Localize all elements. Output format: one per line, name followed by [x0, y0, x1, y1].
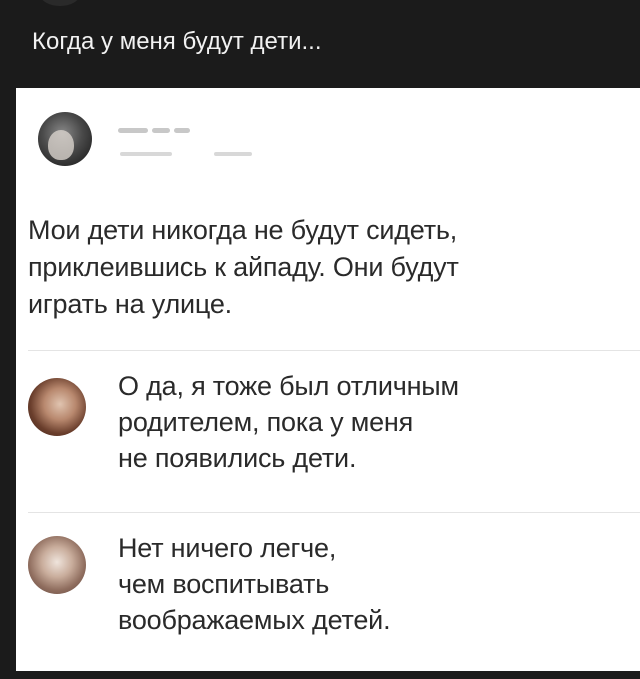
avatar	[40, 0, 80, 6]
comment-line: воображаемых детей.	[118, 605, 391, 635]
post-card: Мои дети никогда не будут сидеть, прикле…	[16, 88, 640, 671]
post-text-line: играть на улице.	[28, 289, 232, 319]
commenter-avatar[interactable]	[28, 536, 86, 594]
comment-line: родителем, пока у меня	[118, 407, 414, 437]
bottom-bar	[0, 671, 640, 679]
comment-line: не появились дети.	[118, 443, 357, 473]
author-handle-blurred	[118, 150, 258, 158]
post-text: Мои дети никогда не будут сидеть, прикле…	[28, 212, 624, 323]
page-title: Когда у меня будут дети...	[32, 28, 322, 55]
comment-text: Нет ничего легче, чем воспитывать вообра…	[118, 530, 618, 638]
divider	[28, 512, 640, 513]
post-text-line: приклеившись к айпаду. Они будут	[28, 252, 459, 282]
author-avatar[interactable]	[38, 112, 92, 166]
commenter-avatar[interactable]	[28, 378, 86, 436]
author-name-blurred[interactable]	[118, 126, 192, 136]
comment-line: О да, я тоже был отличным	[118, 371, 459, 401]
comment-line: Нет ничего легче,	[118, 533, 337, 563]
divider	[28, 350, 640, 351]
header-bar: Когда у меня будут дети...	[0, 0, 640, 86]
comment-line: чем воспитывать	[118, 569, 330, 599]
comment-text: О да, я тоже был отличным родителем, пок…	[118, 368, 618, 476]
post-text-line: Мои дети никогда не будут сидеть,	[28, 215, 458, 245]
